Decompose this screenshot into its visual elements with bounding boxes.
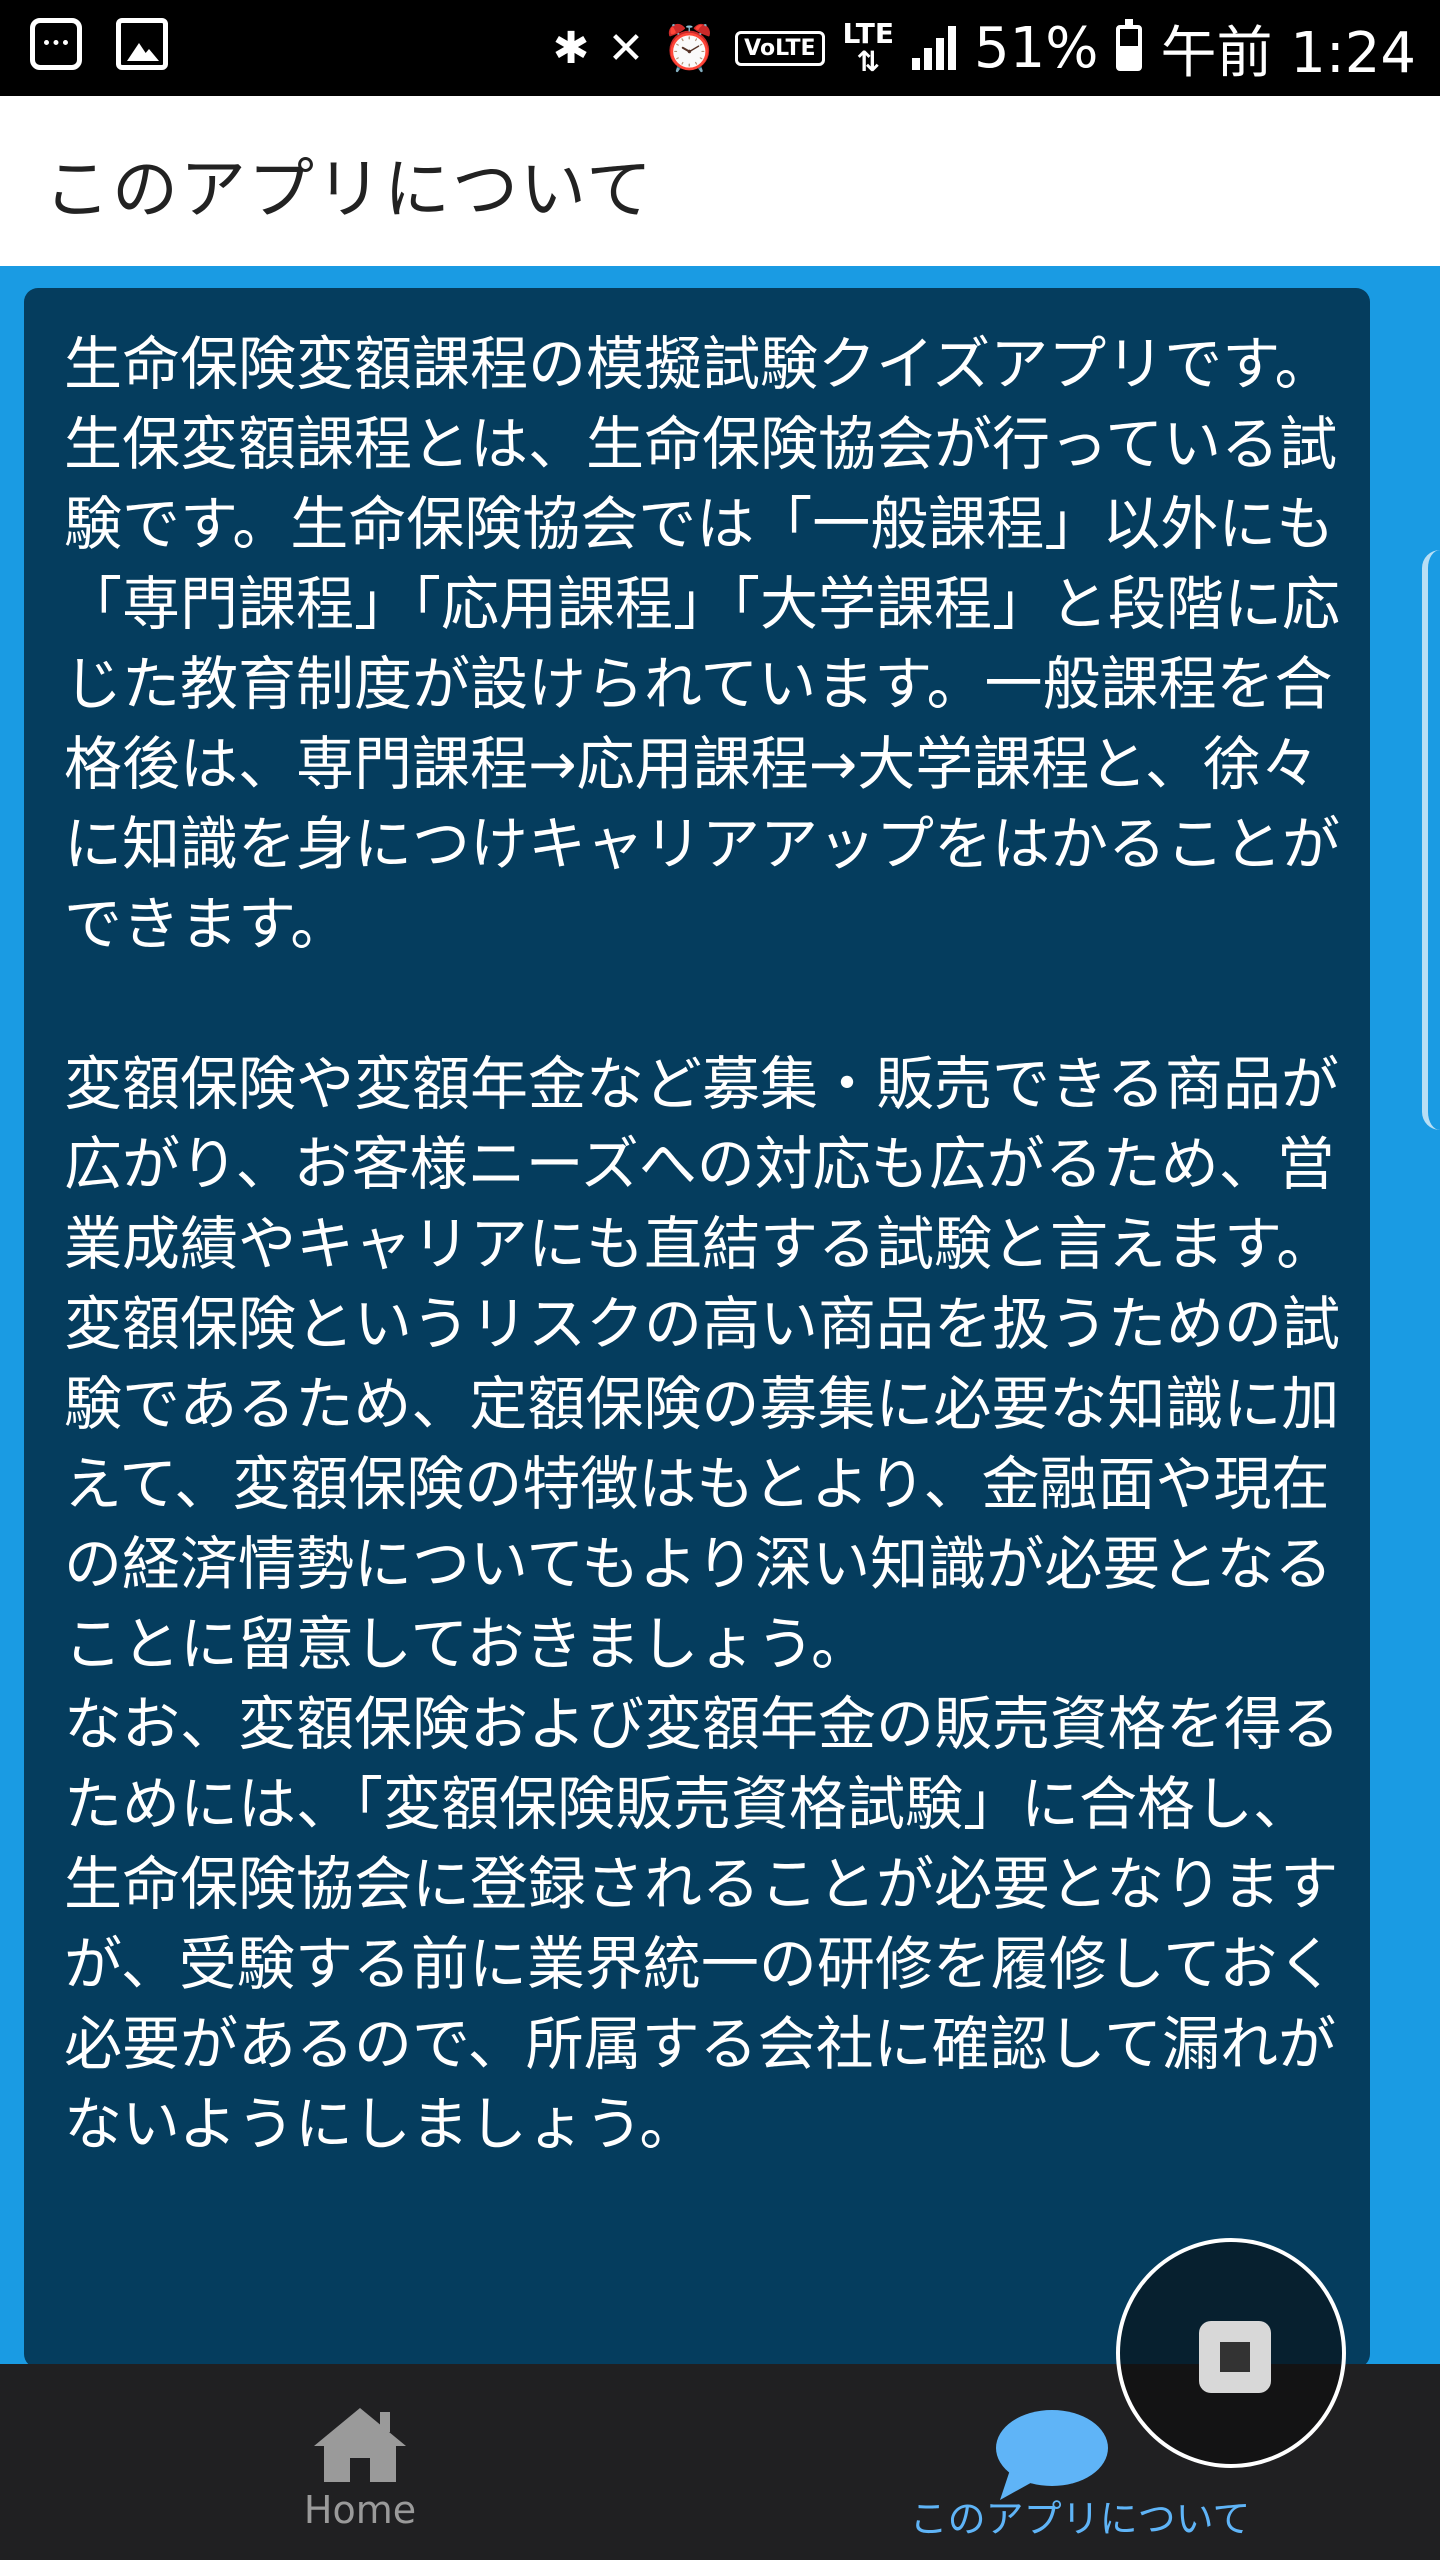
lte-icon: LTE ⇅ [842,17,894,78]
stop-icon [1199,2321,1271,2393]
message-notification-icon [30,18,82,70]
about-description-text: 生命保険変額課程の模擬試験クイズアプリです。 生保変額課程とは、生命保険協会が行… [64,330,1341,2158]
home-icon [314,2408,406,2482]
page-title: このアプリについて [44,151,655,228]
image-notification-icon [116,18,168,70]
clock: 午前 1:24 [1160,20,1416,86]
about-content-card[interactable]: 生命保険変額課程の模擬試験クイズアプリです。 生保変額課程とは、生命保険協会が行… [24,288,1370,2368]
floating-stop-button[interactable] [1116,2238,1346,2468]
volte-icon: VoLTE [735,30,825,66]
bluetooth-icon: ✱ [552,22,590,74]
status-bar: ✱ ✕ ⏰ VoLTE LTE ⇅ 51% 午前 1:24 [0,0,1440,96]
app-bar: このアプリについて [0,96,1440,266]
signal-icon [911,26,956,70]
battery-percentage: 51% [973,15,1099,81]
nav-item-home[interactable]: Home [260,2364,460,2560]
overscroll-edge-indicator [1422,550,1440,1130]
alarm-icon: ⏰ [662,23,718,74]
battery-icon [1116,19,1143,71]
vibrate-icon: ✕ [607,22,645,74]
nav-label-home: Home [303,2488,417,2532]
nav-label-about-app: このアプリについて [909,2497,1251,2541]
